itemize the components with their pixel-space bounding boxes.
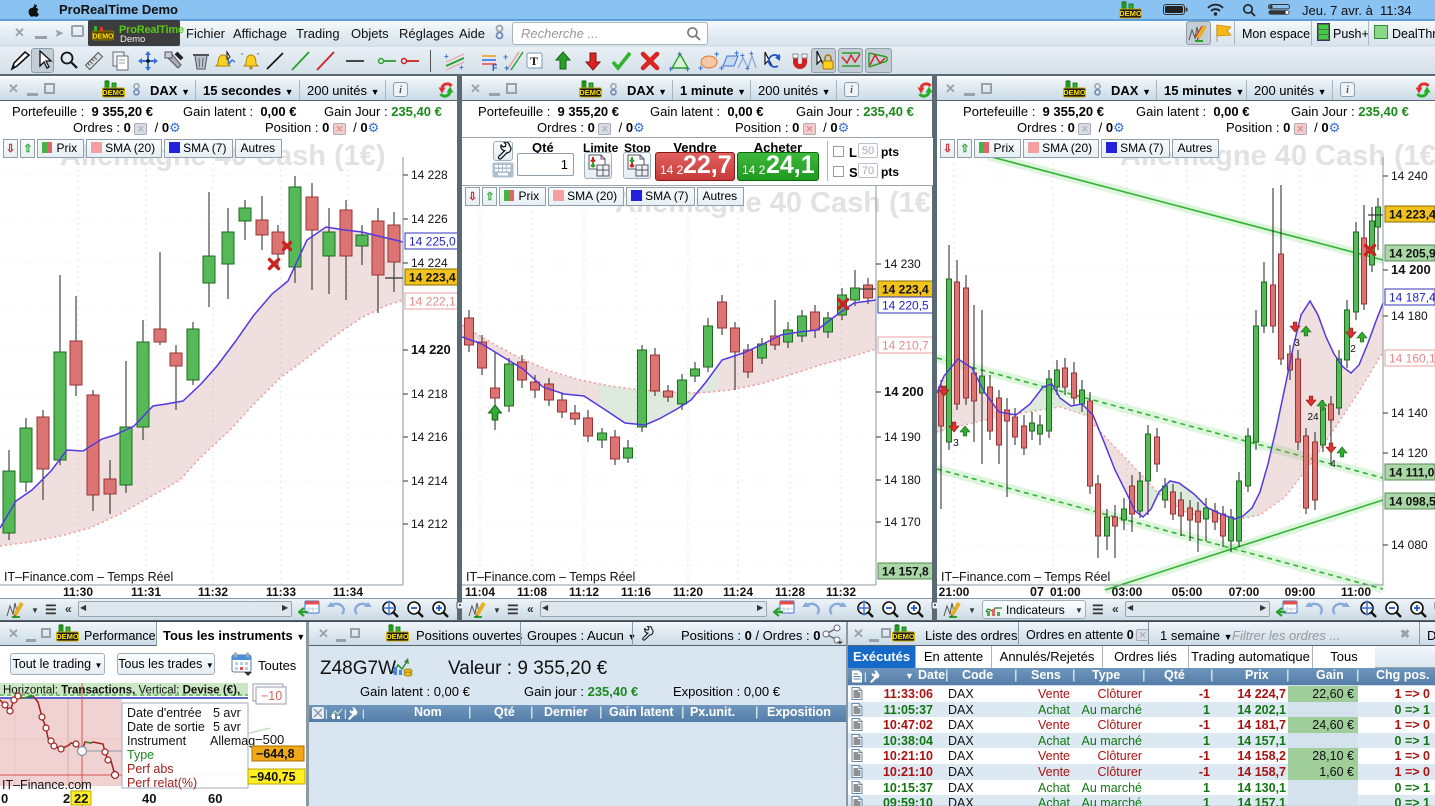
svg-text:14 220: 14 220 — [411, 342, 451, 357]
svg-text:DEMO: DEMO — [1063, 88, 1086, 97]
svg-text:|: | — [362, 709, 365, 720]
svg-text:14 140: 14 140 — [1391, 406, 1428, 420]
svg-text:14 205,9: 14 205,9 — [1389, 247, 1435, 261]
svg-text:09:00: 09:00 — [1285, 585, 1316, 599]
svg-text:05:00: 05:00 — [1172, 585, 1203, 599]
svg-text:14 224: 14 224 — [411, 256, 448, 270]
svg-text:11:34: 11:34 — [333, 585, 363, 599]
svg-text:0: 0 — [1, 791, 8, 806]
svg-text:14 170: 14 170 — [884, 515, 921, 529]
svg-text:Perf abs: Perf abs — [127, 762, 174, 776]
svg-text:11:16: 11:16 — [621, 585, 651, 599]
svg-text:3: 3 — [953, 438, 959, 449]
svg-text:60: 60 — [208, 791, 222, 806]
svg-text:14 200: 14 200 — [1391, 262, 1431, 277]
svg-text:24: 24 — [1307, 412, 1319, 423]
svg-text:14 080: 14 080 — [1391, 538, 1428, 552]
svg-text:Z48G7W: Z48G7W — [320, 658, 396, 679]
svg-text:11:31: 11:31 — [131, 585, 161, 599]
svg-text:|: | — [864, 672, 867, 683]
svg-text:DEMO: DEMO — [892, 632, 915, 641]
svg-text:11:24: 11:24 — [723, 585, 753, 599]
svg-text:−500: −500 — [255, 732, 284, 747]
svg-text:IT–Finance.com: IT–Finance.com — [2, 778, 92, 792]
svg-text:3: 3 — [1294, 338, 1300, 349]
svg-text:14 223,4: 14 223,4 — [1389, 208, 1435, 222]
svg-text:DEMO: DEMO — [386, 632, 409, 641]
svg-text:07: 07 — [1030, 585, 1044, 599]
svg-text:14 157,8: 14 157,8 — [882, 565, 929, 579]
svg-text:07:00: 07:00 — [1229, 585, 1260, 599]
svg-text:14 220,5: 14 220,5 — [882, 299, 929, 313]
svg-text:11:28: 11:28 — [775, 585, 805, 599]
svg-text:11:08: 11:08 — [517, 585, 547, 599]
svg-text:14 223,4: 14 223,4 — [882, 283, 929, 297]
svg-text:Date de sortie: Date de sortie — [127, 720, 205, 734]
svg-text:Date d'entrée: Date d'entrée — [127, 706, 202, 720]
svg-text:14 228: 14 228 — [411, 168, 448, 182]
svg-text:14 223,4: 14 223,4 — [409, 271, 456, 285]
svg-text:4: 4 — [1330, 459, 1336, 470]
svg-text:IT–Finance.com – Temps Réel: IT–Finance.com – Temps Réel — [4, 570, 173, 584]
svg-text:14 226: 14 226 — [411, 212, 448, 226]
svg-text:14 230: 14 230 — [884, 257, 921, 271]
svg-text:Allemag: Allemag — [210, 734, 255, 748]
svg-text:14 120: 14 120 — [1391, 446, 1428, 460]
svg-text:2: 2 — [1350, 344, 1356, 355]
svg-text:14 200: 14 200 — [884, 384, 924, 399]
svg-text:11:32: 11:32 — [826, 585, 856, 599]
svg-text:|: | — [344, 709, 347, 720]
svg-text:14 212: 14 212 — [411, 517, 448, 531]
svg-text:11:04: 11:04 — [465, 585, 495, 599]
svg-text:DEMO: DEMO — [102, 88, 125, 97]
svg-text:14 240: 14 240 — [1391, 169, 1428, 183]
svg-text:14 210,7: 14 210,7 — [882, 339, 929, 353]
svg-text:11:20: 11:20 — [673, 585, 703, 599]
svg-text:21:00: 21:00 — [939, 585, 970, 599]
svg-text:DEMO: DEMO — [56, 632, 79, 641]
svg-text:Instrument: Instrument — [127, 734, 187, 748]
svg-text:03:00: 03:00 — [1112, 585, 1143, 599]
svg-text:14 214: 14 214 — [411, 474, 448, 488]
svg-text:40: 40 — [142, 791, 156, 806]
svg-text:22: 22 — [74, 791, 88, 806]
svg-text:−940,75: −940,75 — [250, 770, 296, 784]
svg-text:14 098,5: 14 098,5 — [1389, 495, 1435, 509]
svg-text:14 222,1: 14 222,1 — [409, 295, 456, 309]
svg-text:11:12: 11:12 — [569, 585, 599, 599]
svg-text:14 225,0: 14 225,0 — [409, 235, 456, 249]
svg-text:Valeur : 9 355,20 €: Valeur : 9 355,20 € — [448, 658, 608, 679]
svg-text:5 avr: 5 avr — [213, 720, 241, 734]
svg-text:IT–Finance.com – Temps Réel: IT–Finance.com – Temps Réel — [466, 570, 635, 584]
svg-text:14 216: 14 216 — [411, 430, 448, 444]
svg-text:11:30: 11:30 — [63, 585, 93, 599]
svg-text:14 190: 14 190 — [884, 430, 921, 444]
svg-text:14 180: 14 180 — [884, 473, 921, 487]
svg-text:−644,8: −644,8 — [256, 747, 295, 761]
svg-text:14 218: 14 218 — [411, 387, 448, 401]
svg-text:14 111,0: 14 111,0 — [1389, 466, 1435, 480]
svg-text:−10: −10 — [261, 689, 282, 703]
svg-text:11:32: 11:32 — [198, 585, 228, 599]
svg-text:Type: Type — [127, 748, 154, 762]
svg-text:DEMO: DEMO — [579, 88, 602, 97]
svg-text:14 180: 14 180 — [1391, 309, 1428, 323]
svg-text:IT–Finance.com – Temps Réel: IT–Finance.com – Temps Réel — [941, 570, 1110, 584]
svg-text:11:00: 11:00 — [1341, 585, 1371, 599]
svg-text:5 avr: 5 avr — [213, 706, 241, 720]
svg-text:11:33: 11:33 — [266, 585, 296, 599]
svg-text:|: | — [325, 709, 328, 720]
svg-text:14 187,4: 14 187,4 — [1389, 291, 1435, 305]
svg-text:14 160,1: 14 160,1 — [1389, 352, 1435, 366]
svg-text:01:00: 01:00 — [1050, 585, 1081, 599]
svg-text:Perf relat(%): Perf relat(%) — [127, 776, 197, 790]
svg-text:2: 2 — [63, 791, 70, 806]
